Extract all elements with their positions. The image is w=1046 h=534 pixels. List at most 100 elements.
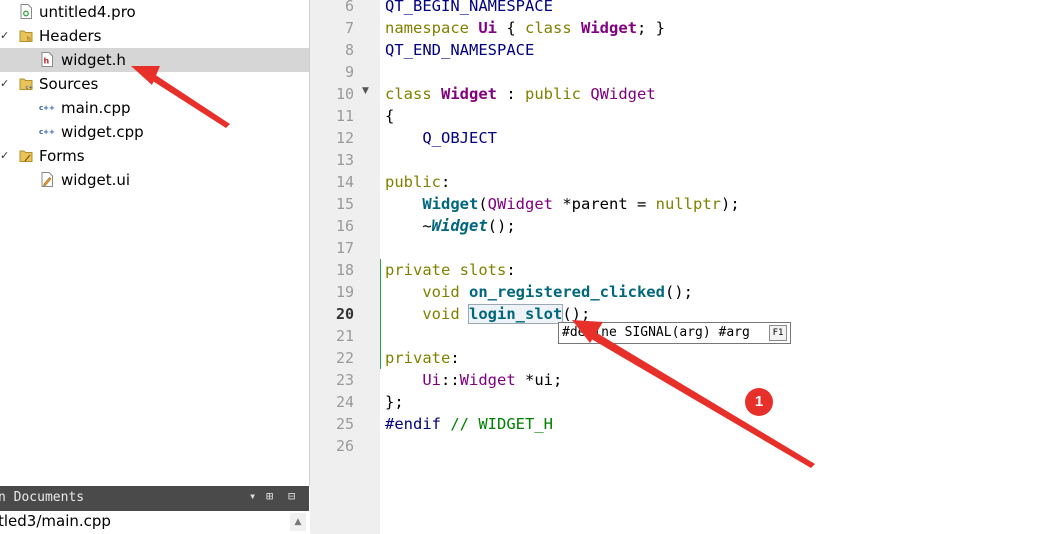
svg-text:c+: c+ bbox=[26, 85, 34, 91]
line-number: 8 bbox=[344, 41, 354, 59]
expand-arrow-icon[interactable]: ✓ bbox=[0, 26, 9, 46]
tree-item-label: main.cpp bbox=[61, 99, 131, 117]
code-token: ~ bbox=[385, 217, 432, 235]
line-number: 24 bbox=[335, 393, 354, 411]
line-number: 15 bbox=[335, 195, 354, 213]
line-number: 16 bbox=[335, 217, 354, 235]
code-token: Widget bbox=[431, 217, 488, 235]
code-token: { bbox=[497, 19, 525, 37]
line-number: 25 bbox=[335, 415, 354, 433]
project-tree[interactable]: untitled4.pro ✓ h Headers h widget.h ✓ c… bbox=[0, 0, 310, 486]
line-number: 22 bbox=[335, 349, 354, 367]
code-token: public bbox=[525, 85, 591, 103]
line-number: 11 bbox=[335, 107, 354, 125]
code-line[interactable]: QT_BEGIN_NAMESPACE bbox=[385, 0, 553, 17]
line-number: 18 bbox=[335, 261, 354, 279]
code-line[interactable]: { bbox=[385, 105, 394, 127]
code-token: Widget bbox=[441, 85, 497, 103]
code-line[interactable]: void on_registered_clicked(); bbox=[385, 281, 693, 303]
code-token: : bbox=[497, 85, 525, 103]
code-line[interactable]: QT_END_NAMESPACE bbox=[385, 39, 534, 61]
help-key-badge[interactable]: F1 bbox=[769, 325, 787, 341]
code-line[interactable]: private slots: bbox=[385, 259, 516, 281]
split-icon[interactable]: ⊞ bbox=[266, 489, 273, 503]
tree-item-headers[interactable]: ✓ h Headers bbox=[0, 24, 309, 48]
tree-item-widget-ui[interactable]: widget.ui bbox=[0, 168, 309, 192]
expand-arrow-icon[interactable]: ✓ bbox=[0, 74, 9, 94]
code-token: public bbox=[385, 173, 441, 191]
line-number: 9 bbox=[344, 63, 354, 81]
line-number: 13 bbox=[335, 151, 354, 169]
line-number: 17 bbox=[335, 239, 354, 257]
tree-item-label: widget.cpp bbox=[61, 123, 144, 141]
open-documents-header: n Documents ▾ ⊞ ⊟ bbox=[0, 486, 309, 511]
code-token: Ui bbox=[478, 19, 497, 37]
line-number: 12 bbox=[335, 129, 354, 147]
code-token: (); bbox=[562, 305, 591, 323]
headers-folder-icon: h bbox=[19, 30, 33, 43]
open-documents-list[interactable]: tled3/main.cpp ▲ bbox=[0, 511, 309, 534]
tree-item-widget-cpp[interactable]: c++ widget.cpp bbox=[0, 120, 309, 144]
code-token: ; } bbox=[637, 19, 665, 37]
tree-item-label: untitled4.pro bbox=[39, 3, 136, 21]
line-number: 21 bbox=[335, 327, 354, 345]
code-token: ); bbox=[720, 195, 740, 213]
code-line[interactable]: public: bbox=[385, 171, 450, 193]
code-line[interactable]: private: bbox=[385, 347, 460, 369]
code-token: Widget bbox=[581, 19, 637, 37]
macro-tooltip: #define SIGNAL(arg) #arg F1 bbox=[558, 322, 791, 344]
code-token: (); bbox=[664, 283, 693, 301]
code-token: namespace bbox=[385, 19, 479, 37]
cpp-file-icon: c++ bbox=[39, 104, 55, 112]
code-line[interactable]: #endif // WIDGET_H bbox=[385, 413, 553, 435]
code-line[interactable]: class Widget : public QWidget bbox=[385, 83, 656, 105]
code-token: class bbox=[385, 85, 441, 103]
tree-item-label: Sources bbox=[39, 75, 99, 93]
tree-item-label: Headers bbox=[39, 27, 102, 45]
tree-item-main-cpp[interactable]: c++ main.cpp bbox=[0, 96, 309, 120]
code-token: Ui bbox=[422, 371, 441, 389]
line-number: 19 bbox=[335, 283, 354, 301]
open-document-item[interactable]: tled3/main.cpp bbox=[0, 512, 111, 530]
code-token: QWidget bbox=[590, 85, 656, 103]
code-line[interactable]: Widget(QWidget *parent = nullptr); bbox=[385, 193, 740, 215]
open-documents-panel: n Documents ▾ ⊞ ⊟ tled3/main.cpp ▲ bbox=[0, 486, 309, 534]
code-token: : bbox=[450, 349, 460, 367]
code-token: { bbox=[385, 107, 395, 125]
fold-arrow-icon[interactable]: ▼ bbox=[362, 86, 369, 96]
code-token: (); bbox=[487, 217, 516, 235]
tree-item-forms[interactable]: ✓ Forms bbox=[0, 144, 309, 168]
close-panel-icon[interactable]: ⊟ bbox=[288, 489, 295, 503]
sources-folder-icon: c+ bbox=[19, 78, 34, 91]
code-editor[interactable]: QT_BEGIN_NAMESPACE namespace Ui { class W… bbox=[381, 0, 1046, 534]
code-token: QT_BEGIN_NAMESPACE bbox=[385, 0, 553, 15]
tree-item-sources[interactable]: ✓ c+ Sources bbox=[0, 72, 309, 96]
code-token: :: bbox=[441, 371, 460, 389]
code-line[interactable]: ~Widget(); bbox=[385, 215, 516, 237]
line-number: 26 bbox=[335, 437, 354, 455]
line-number: 7 bbox=[344, 19, 354, 37]
cpp-file-icon: c++ bbox=[39, 128, 55, 136]
code-token: }; bbox=[385, 393, 404, 411]
scroll-up-icon[interactable]: ▲ bbox=[290, 513, 306, 531]
code-token: private bbox=[385, 349, 451, 367]
code-line[interactable]: }; bbox=[385, 391, 404, 413]
tooltip-text: #define SIGNAL(arg) #arg bbox=[562, 325, 750, 340]
code-token: Q_OBJECT bbox=[422, 129, 497, 147]
code-line[interactable]: Q_OBJECT bbox=[385, 127, 497, 149]
code-line[interactable]: Ui::Widget *ui; bbox=[385, 369, 562, 391]
svg-text:c++: c++ bbox=[39, 128, 55, 136]
code-line[interactable]: namespace Ui { class Widget; } bbox=[385, 17, 665, 39]
current-line-number: 20 bbox=[335, 305, 354, 323]
dropdown-arrow-icon[interactable]: ▾ bbox=[249, 489, 256, 503]
tree-item-untitled4-pro[interactable]: untitled4.pro bbox=[0, 0, 309, 24]
tree-item-widget-h[interactable]: h widget.h bbox=[0, 48, 309, 72]
line-number: 6 bbox=[344, 0, 354, 15]
expand-arrow-icon[interactable]: ✓ bbox=[0, 146, 9, 166]
code-token: *parent = bbox=[553, 195, 656, 213]
svg-text:c++: c++ bbox=[39, 104, 55, 112]
